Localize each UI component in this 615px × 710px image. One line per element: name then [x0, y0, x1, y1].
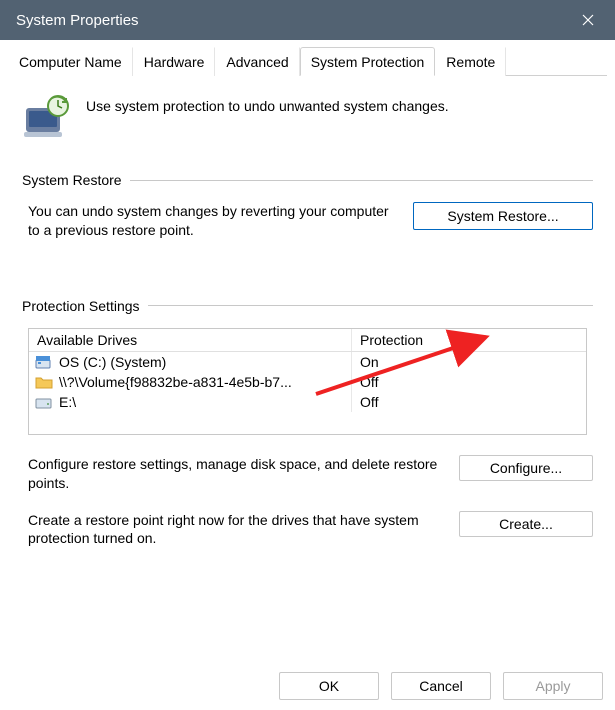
- tab-hardware[interactable]: Hardware: [133, 47, 216, 76]
- tab-system-protection[interactable]: System Protection: [300, 47, 436, 76]
- ok-button[interactable]: OK: [279, 672, 379, 700]
- create-description: Create a restore point right now for the…: [22, 511, 445, 549]
- group-title-restore: System Restore: [22, 172, 122, 188]
- column-header-protection[interactable]: Protection: [352, 329, 586, 351]
- apply-button[interactable]: Apply: [503, 672, 603, 700]
- create-button[interactable]: Create...: [459, 511, 593, 537]
- drive-protection: Off: [352, 372, 586, 392]
- system-restore-group: System Restore You can undo system chang…: [22, 172, 593, 240]
- close-button[interactable]: [561, 0, 615, 40]
- table-row[interactable]: \\?\Volume{f98832be-a831-4e5b-b7... Off: [29, 372, 586, 392]
- configure-description: Configure restore settings, manage disk …: [22, 455, 445, 493]
- dialog-body: Computer Name Hardware Advanced System P…: [0, 40, 615, 708]
- tab-remote[interactable]: Remote: [435, 47, 506, 76]
- system-restore-button[interactable]: System Restore...: [413, 202, 593, 230]
- tab-panel-system-protection: Use system protection to undo unwanted s…: [8, 76, 607, 654]
- drive-protection: On: [352, 352, 586, 372]
- drives-table-header: Available Drives Protection: [29, 329, 586, 352]
- drive-icon: [35, 394, 53, 410]
- group-title-protection: Protection Settings: [22, 298, 140, 314]
- close-icon: [582, 14, 594, 26]
- configure-button[interactable]: Configure...: [459, 455, 593, 481]
- intro-text: Use system protection to undo unwanted s…: [86, 94, 449, 114]
- cancel-button[interactable]: Cancel: [391, 672, 491, 700]
- drive-os-icon: [35, 354, 53, 370]
- table-row[interactable]: OS (C:) (System) On: [29, 352, 586, 372]
- tab-bar: Computer Name Hardware Advanced System P…: [8, 46, 607, 76]
- group-header-protection: Protection Settings: [22, 298, 593, 314]
- drive-protection: Off: [352, 392, 586, 412]
- intro-section: Use system protection to undo unwanted s…: [22, 94, 593, 142]
- group-header-restore: System Restore: [22, 172, 593, 188]
- drive-label: OS (C:) (System): [59, 354, 166, 370]
- drives-table-body: OS (C:) (System) On \\?\Volume{f98832be-…: [29, 352, 586, 434]
- drive-label: \\?\Volume{f98832be-a831-4e5b-b7...: [59, 374, 292, 390]
- divider: [148, 305, 593, 306]
- divider: [130, 180, 593, 181]
- restore-description: You can undo system changes by reverting…: [22, 202, 399, 240]
- drive-label: E:\: [59, 394, 76, 410]
- column-header-drives[interactable]: Available Drives: [29, 329, 352, 351]
- dialog-footer: OK Cancel Apply: [279, 672, 603, 700]
- tab-advanced[interactable]: Advanced: [215, 47, 299, 76]
- tab-computer-name[interactable]: Computer Name: [8, 47, 133, 76]
- folder-icon: [35, 374, 53, 390]
- system-protection-icon: [22, 94, 72, 142]
- table-row[interactable]: E:\ Off: [29, 392, 586, 412]
- titlebar: System Properties: [0, 0, 615, 40]
- drives-table: Available Drives Protection OS (C:) (Sys…: [28, 328, 587, 435]
- protection-settings-group: Protection Settings Available Drives Pro…: [22, 298, 593, 549]
- window-title: System Properties: [16, 12, 139, 29]
